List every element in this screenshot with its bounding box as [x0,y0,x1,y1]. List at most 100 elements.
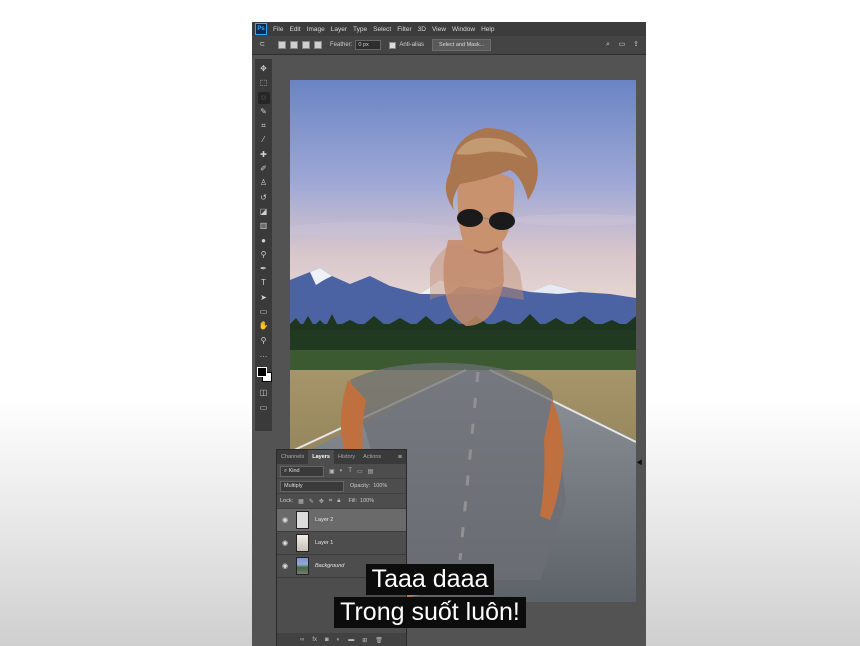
path-select-tool-icon[interactable]: ➤ [258,292,270,304]
new-group-icon[interactable]: ▬ [348,637,354,643]
layer-row-layer-2[interactable]: ◉ Layer 2 [277,509,406,532]
search-icon[interactable]: ⌕ [604,41,612,49]
quick-mask-icon[interactable]: ◫ [258,387,270,399]
layers-footer: ∞ fx ◙ ◐ ▬ ⊞ 🗑︎ [277,633,406,646]
menu-file[interactable]: File [273,26,283,33]
healing-brush-tool-icon[interactable]: ✚ [258,149,270,161]
quick-select-tool-icon[interactable]: ✎ [258,106,270,118]
add-selection-icon[interactable] [290,41,298,49]
antialias-label: Anti-alias [399,42,425,48]
mouse-cursor [636,459,645,467]
lasso-preset-icon[interactable]: ⊂ [258,41,266,49]
kind-label: Kind [288,467,300,474]
more-tools-icon[interactable]: … [258,349,270,361]
lock-pixels-icon[interactable]: ✎ [309,498,314,505]
foreground-color-swatch[interactable] [256,367,267,378]
blur-tool-icon[interactable]: ● [258,235,270,247]
workspace-icon[interactable]: ▭ [618,41,626,49]
opacity-label: Opacity: [350,483,371,489]
pen-tool-icon[interactable]: ✒ [258,263,270,275]
subtitles: Taaa daaa Trong suốt luôn! [0,564,860,630]
layer-name: Layer 1 [315,540,334,546]
antialias-checkbox[interactable] [389,41,397,49]
tab-channels[interactable]: Channels [277,450,308,464]
subtract-selection-icon[interactable] [302,41,310,49]
layer-thumbnail [296,534,309,552]
filter-row: ⌕ Kind ▣ ◐ T ▭ ▤ [277,464,406,479]
feather-label: Feather: [330,42,353,48]
subtitle-line-2: Trong suốt luôn! [334,597,526,628]
eraser-tool-icon[interactable]: ◪ [258,206,270,218]
layer-thumbnail [296,511,309,529]
lock-row: Lock: ▦ ✎ ✥ ⌗ 🔒︎ Fill: 100% [277,494,406,509]
opacity-value[interactable]: 100% [373,483,387,489]
gradient-tool-icon[interactable]: ▥ [258,220,270,232]
hand-tool-icon[interactable]: ✋ [258,320,270,332]
lock-artboard-icon[interactable]: ⌗ [329,498,332,505]
layer-style-icon[interactable]: fx [312,637,317,643]
type-tool-icon[interactable]: T [258,277,270,289]
marquee-tool-icon[interactable]: ⬚ [258,77,270,89]
history-brush-tool-icon[interactable]: ↺ [258,192,270,204]
share-icon[interactable]: ⇪ [632,41,640,49]
panel-menu-icon[interactable]: ≡ [398,454,406,461]
visibility-eye-icon[interactable]: ◉ [280,516,290,524]
kind-filter-select[interactable]: ⌕ Kind [280,465,324,477]
tab-layers[interactable]: Layers [308,450,334,464]
photoshop-logo-icon: Ps [255,23,267,35]
lock-all-icon[interactable]: 🔒︎ [337,498,340,505]
tab-history[interactable]: History [334,450,359,464]
menu-type[interactable]: Type [353,26,367,33]
blend-row: Multiply Opacity: 100% [277,479,406,494]
menu-3d[interactable]: 3D [418,26,426,33]
tools-panel: ✥ ⬚ ◌ ✎ ⌗ ⁄ ✚ ✐ ♙ ↺ ◪ ▥ ● ⚲ ✒ T ➤ ▭ ✋ ⚲ … [255,59,272,431]
layer-mask-icon[interactable]: ◙ [325,637,329,643]
screen-mode-icon[interactable]: ▭ [258,402,270,414]
panel-tabs: Channels Layers History Actions ≡ [277,450,406,464]
shape-filter-icon[interactable]: ▭ [357,468,363,475]
fill-value[interactable]: 100% [360,498,374,504]
menu-help[interactable]: Help [481,26,494,33]
move-tool-icon[interactable]: ✥ [258,63,270,75]
layer-name: Layer 2 [315,517,334,523]
menu-select[interactable]: Select [373,26,391,33]
type-filter-icon[interactable]: T [348,468,352,474]
crop-tool-icon[interactable]: ⌗ [258,120,270,132]
select-and-mask-button[interactable]: Select and Mask... [432,39,492,51]
lasso-tool-icon[interactable]: ◌ [257,91,270,104]
zoom-tool-icon[interactable]: ⚲ [258,335,270,347]
menu-window[interactable]: Window [452,26,475,33]
menu-layer[interactable]: Layer [331,26,347,33]
layer-row-layer-1[interactable]: ◉ Layer 1 [277,532,406,555]
delete-layer-icon[interactable]: 🗑︎ [375,637,383,644]
shape-tool-icon[interactable]: ▭ [258,306,270,318]
menu-image[interactable]: Image [307,26,325,33]
video-frame: { "menubar": { "app_icon": "Ps", "items"… [0,0,860,646]
smart-object-filter-icon[interactable]: ▤ [368,468,374,475]
clone-stamp-tool-icon[interactable]: ♙ [258,177,270,189]
options-bar: ⊂ Feather: 0 px Anti-alias Select and Ma… [252,36,646,55]
eyedropper-tool-icon[interactable]: ⁄ [258,134,270,146]
link-layers-icon[interactable]: ∞ [300,637,304,643]
dodge-tool-icon[interactable]: ⚲ [258,249,270,261]
new-layer-icon[interactable]: ⊞ [362,637,367,644]
fill-label: Fill: [348,498,358,504]
menu-bar: Ps File Edit Image Layer Type Select Fil… [252,22,646,36]
feather-input[interactable]: 0 px [355,40,382,50]
lock-label: Lock: [280,498,294,504]
menu-filter[interactable]: Filter [397,26,411,33]
adjustment-filter-icon[interactable]: ◐ [340,468,344,474]
menu-view[interactable]: View [432,26,446,33]
adjustment-layer-icon[interactable]: ◐ [337,637,341,643]
intersect-selection-icon[interactable] [314,41,322,49]
brush-tool-icon[interactable]: ✐ [258,163,270,175]
color-swatches[interactable] [256,367,272,383]
lock-position-icon[interactable]: ✥ [319,498,324,505]
blend-mode-select[interactable]: Multiply [280,480,344,492]
pixel-filter-icon[interactable]: ▣ [329,468,335,475]
lock-transparent-icon[interactable]: ▦ [298,498,304,505]
tab-actions[interactable]: Actions [359,450,385,464]
menu-edit[interactable]: Edit [289,26,300,33]
new-selection-icon[interactable] [278,41,286,49]
visibility-eye-icon[interactable]: ◉ [280,539,290,547]
